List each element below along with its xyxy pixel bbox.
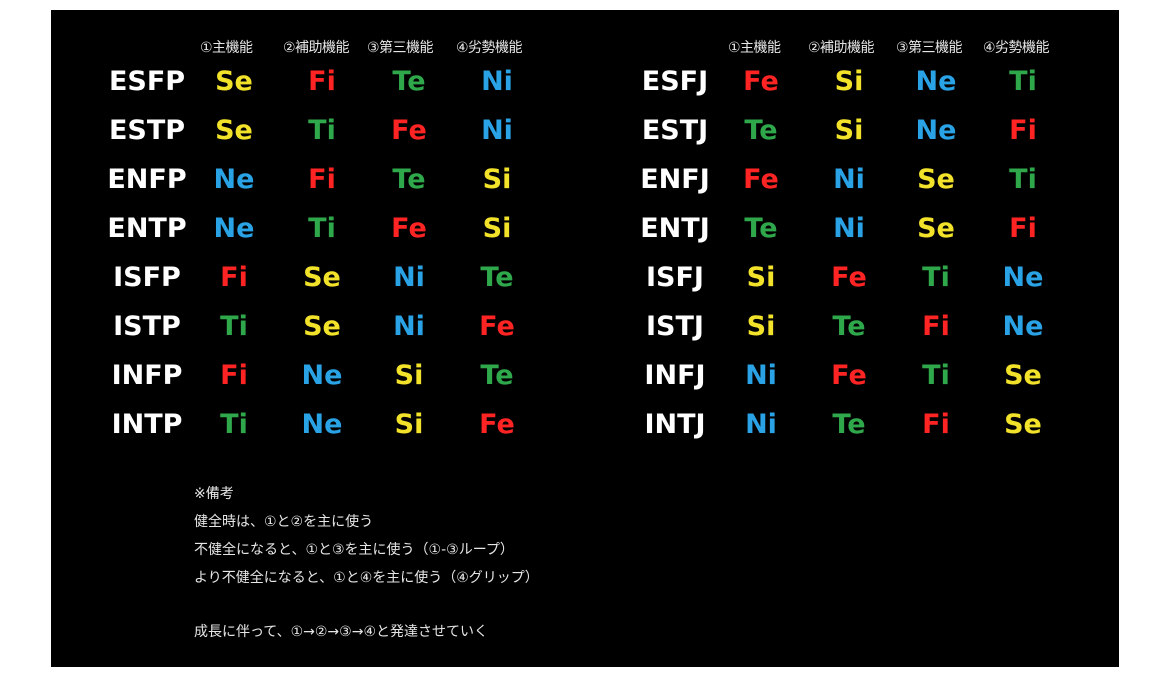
right-type-estj: ESTJ [641, 115, 709, 146]
right-function-esfj-1: Fe [743, 66, 779, 97]
right-function-intj-3: Fi [922, 409, 950, 440]
left-function-intp-1: Ti [220, 409, 248, 440]
left-function-enfp-1: Ne [213, 164, 255, 195]
right-type-infj: INFJ [644, 360, 706, 391]
right-type-esfj: ESFJ [641, 66, 709, 97]
right-function-entj-2: Ni [833, 213, 865, 244]
right-function-estj-2: Si [834, 115, 864, 146]
right-function-infj-4: Se [1004, 360, 1042, 391]
left-function-estp-2: Ti [308, 115, 336, 146]
left-function-entp-2: Ti [308, 213, 336, 244]
right-function-isfj-4: Ne [1002, 262, 1044, 293]
left-function-istp-2: Se [303, 311, 341, 342]
left-function-esfp-1: Se [215, 66, 253, 97]
left-function-enfp-3: Te [392, 164, 426, 195]
notes-line-3: より不健全になると、①と④を主に使う（④グリップ） [194, 570, 539, 586]
left-function-infp-2: Ne [301, 360, 343, 391]
left-function-isfp-3: Ni [393, 262, 425, 293]
right-function-enfj-2: Ni [833, 164, 865, 195]
left-function-istp-4: Fe [479, 311, 515, 342]
left-type-entp: ENTP [107, 213, 187, 244]
right-function-entj-4: Fi [1009, 213, 1037, 244]
right-function-esfj-3: Ne [915, 66, 957, 97]
right-type-istj: ISTJ [646, 311, 704, 342]
left-type-infp: INFP [111, 360, 183, 391]
right-function-isfj-1: Si [746, 262, 776, 293]
right-function-enfj-4: Ti [1009, 164, 1037, 195]
right-function-estj-3: Ne [915, 115, 957, 146]
left-function-isfp-1: Fi [220, 262, 248, 293]
left-function-isfp-4: Te [480, 262, 514, 293]
right-function-infj-3: Ti [922, 360, 950, 391]
right-function-isfj-3: Ti [922, 262, 950, 293]
right-header-3: ③第三機能 [896, 40, 963, 56]
left-header-2: ②補助機能 [283, 40, 350, 56]
right-function-esfj-2: Si [834, 66, 864, 97]
left-function-intp-2: Ne [301, 409, 343, 440]
right-function-estj-4: Fi [1009, 115, 1037, 146]
right-type-isfj: ISFJ [646, 262, 704, 293]
right-function-enfj-3: Se [917, 164, 955, 195]
right-type-intj: INTJ [644, 409, 706, 440]
left-function-estp-1: Se [215, 115, 253, 146]
right-function-istj-4: Ne [1002, 311, 1044, 342]
left-function-infp-3: Si [394, 360, 424, 391]
notes-line-5: 成長に伴って、①→②→③→④と発達させていく [194, 624, 488, 640]
left-function-estp-3: Fe [391, 115, 427, 146]
notes-line-2: 不健全になると、①と③を主に使う（①-③ループ） [194, 542, 514, 558]
mbti-function-chart: ①主機能 ②補助機能 ③第三機能 ④劣勢機能 ESFP Se Fi Te Ni ESTP Se Ti F… [51, 10, 1119, 667]
right-function-entj-1: Te [744, 213, 778, 244]
left-function-entp-4: Si [482, 213, 512, 244]
right-function-enfj-1: Fe [743, 164, 779, 195]
left-function-isfp-2: Se [303, 262, 341, 293]
notes-line-1: 健全時は、①と②を主に使う [194, 514, 374, 530]
left-function-intp-3: Si [394, 409, 424, 440]
right-function-isfj-2: Fe [831, 262, 867, 293]
right-header-2: ②補助機能 [808, 40, 875, 56]
right-header-4: ④劣勢機能 [983, 40, 1050, 56]
right-type-enfj: ENFJ [640, 164, 710, 195]
left-type-intp: INTP [111, 409, 183, 440]
right-function-infj-1: Ni [745, 360, 777, 391]
left-function-esfp-3: Te [392, 66, 426, 97]
left-type-enfp: ENFP [107, 164, 187, 195]
right-function-infj-2: Fe [831, 360, 867, 391]
left-function-esfp-4: Ni [481, 66, 513, 97]
left-function-istp-1: Ti [220, 311, 248, 342]
right-type-entj: ENTJ [640, 213, 710, 244]
left-function-enfp-2: Fi [308, 164, 336, 195]
left-function-estp-4: Ni [481, 115, 513, 146]
right-function-entj-3: Se [917, 213, 955, 244]
left-function-entp-3: Fe [391, 213, 427, 244]
left-header-4: ④劣勢機能 [456, 40, 523, 56]
left-function-esfp-2: Fi [308, 66, 336, 97]
left-type-isfp: ISFP [113, 262, 181, 293]
left-function-infp-4: Te [480, 360, 514, 391]
left-function-intp-4: Fe [479, 409, 515, 440]
right-function-esfj-4: Ti [1009, 66, 1037, 97]
right-header-1: ①主機能 [728, 40, 781, 56]
left-header-1: ①主機能 [200, 40, 253, 56]
right-function-istj-2: Te [832, 311, 866, 342]
left-type-estp: ESTP [108, 115, 186, 146]
right-function-intj-4: Se [1004, 409, 1042, 440]
left-function-istp-3: Ni [393, 311, 425, 342]
right-function-intj-2: Te [832, 409, 866, 440]
left-header-3: ③第三機能 [367, 40, 434, 56]
left-type-istp: ISTP [113, 311, 181, 342]
right-function-istj-3: Fi [922, 311, 950, 342]
right-function-estj-1: Te [744, 115, 778, 146]
left-function-infp-1: Fi [220, 360, 248, 391]
notes-heading: ※備考 [194, 486, 234, 502]
right-function-intj-1: Ni [745, 409, 777, 440]
left-function-enfp-4: Si [482, 164, 512, 195]
left-type-esfp: ESFP [108, 66, 186, 97]
left-function-entp-1: Ne [213, 213, 255, 244]
right-function-istj-1: Si [746, 311, 776, 342]
